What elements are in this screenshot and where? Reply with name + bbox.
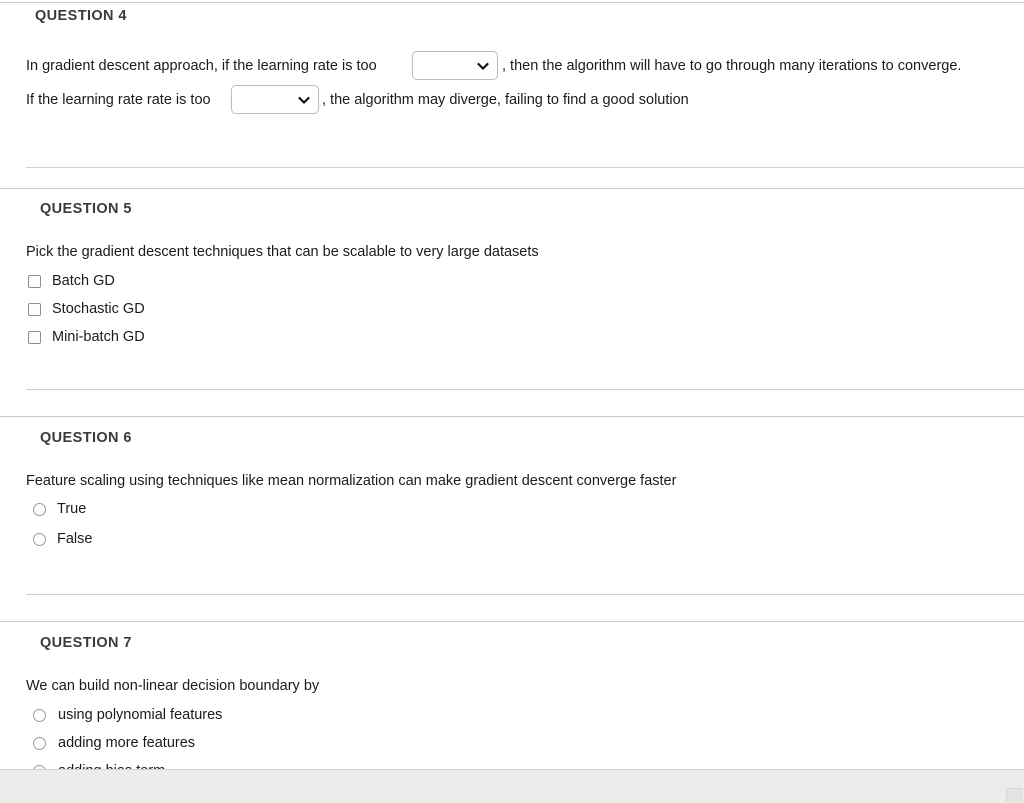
resize-grip[interactable] [1006, 788, 1023, 802]
question-5-option-batch-gd[interactable]: Batch GD [28, 272, 115, 290]
radio-using-polynomial-features[interactable] [33, 708, 46, 722]
chevron-down-icon [477, 60, 489, 72]
question-4-inner-divider [26, 167, 1024, 168]
question-6-inner-divider [26, 594, 1024, 595]
question-7-prompt: We can build non-linear decision boundar… [26, 678, 320, 694]
learning-rate-dropdown-1[interactable] [412, 51, 498, 80]
window-footer-bar [0, 769, 1024, 803]
question-7-heading: QUESTION 7 [40, 635, 132, 651]
option-label: using polynomial features [58, 707, 223, 723]
option-label: Mini-batch GD [52, 329, 145, 345]
question-7-option-polynomial-features[interactable]: using polynomial features [33, 706, 222, 724]
question-5-prompt: Pick the gradient descent techniques tha… [26, 244, 539, 260]
option-label: Batch GD [52, 273, 115, 289]
option-label: False [57, 531, 93, 547]
option-label: adding more features [58, 735, 196, 751]
question-5-top-divider [0, 188, 1024, 189]
question-4-line-2-before: If the learning rate rate is too [26, 92, 211, 108]
checkbox-mini-batch-gd[interactable] [28, 330, 41, 344]
question-5-option-stochastic-gd[interactable]: Stochastic GD [28, 300, 145, 318]
top-divider [0, 2, 1024, 3]
question-6-top-divider [0, 416, 1024, 417]
checkbox-batch-gd[interactable] [28, 274, 41, 288]
question-5-heading: QUESTION 5 [40, 201, 132, 217]
question-6-option-true[interactable]: True [33, 500, 86, 518]
quiz-page: QUESTION 4 In gradient descent approach,… [0, 0, 1024, 803]
question-4-line-1-after: , then the algorithm will have to go thr… [502, 58, 962, 74]
question-6-heading: QUESTION 6 [40, 430, 132, 446]
radio-false[interactable] [33, 532, 46, 546]
option-label: Stochastic GD [52, 301, 145, 317]
option-label: True [57, 501, 87, 517]
radio-true[interactable] [33, 502, 46, 516]
question-5-option-mini-batch-gd[interactable]: Mini-batch GD [28, 328, 145, 346]
question-4-line-2-after: , the algorithm may diverge, failing to … [322, 92, 689, 108]
question-4-line-1-before: In gradient descent approach, if the lea… [26, 58, 377, 74]
radio-adding-more-features[interactable] [33, 736, 46, 750]
question-7-option-more-features[interactable]: adding more features [33, 734, 195, 752]
question-6-prompt: Feature scaling using techniques like me… [26, 473, 677, 489]
learning-rate-dropdown-2[interactable] [231, 85, 319, 114]
question-6-option-false[interactable]: False [33, 530, 92, 548]
question-4-heading: QUESTION 4 [35, 8, 127, 24]
question-5-inner-divider [26, 389, 1024, 390]
chevron-down-icon [298, 94, 310, 106]
checkbox-stochastic-gd[interactable] [28, 302, 41, 316]
question-7-top-divider [0, 621, 1024, 622]
